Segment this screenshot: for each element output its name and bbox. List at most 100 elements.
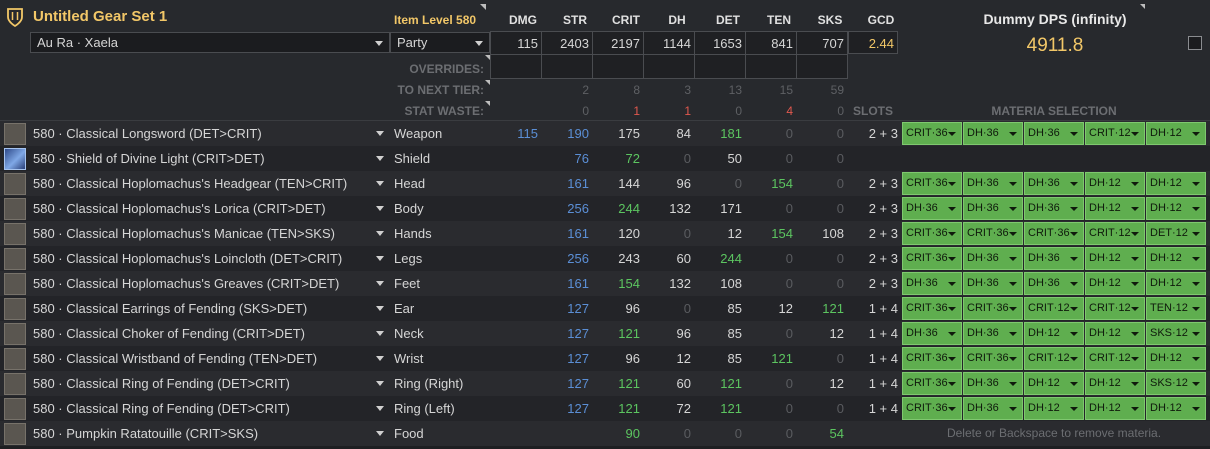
materia-select[interactable]: CRIT·36 (902, 222, 962, 245)
materia-select[interactable]: DH·36 (963, 197, 1023, 220)
chevron-down-icon[interactable] (376, 256, 384, 261)
dps-checkbox[interactable] (1188, 36, 1202, 50)
materia-select[interactable]: DH·36 (902, 272, 962, 295)
materia-select[interactable]: DH·12 (1024, 372, 1084, 395)
materia-select[interactable]: TEN·12 (1146, 297, 1206, 320)
materia-select[interactable]: CRIT·12 (1085, 122, 1145, 145)
item-name-select[interactable]: 580 · Classical Ring of Fending (DET>CRI… (33, 376, 290, 391)
chevron-down-icon[interactable] (376, 331, 384, 336)
materia-select[interactable]: DH·36 (963, 272, 1023, 295)
gear-row[interactable]: 580 · Classical Choker of Fending (CRIT>… (0, 321, 1210, 346)
materia-select[interactable]: CRIT·36 (902, 397, 962, 420)
materia-select[interactable]: DH·36 (1024, 247, 1084, 270)
materia-select[interactable]: DH·36 (902, 197, 962, 220)
materia-select[interactable]: DH·36 (963, 172, 1023, 195)
chevron-down-icon[interactable] (376, 156, 384, 161)
item-name-select[interactable]: 580 · Classical Hoplomachus's Manicae (T… (33, 226, 335, 241)
chevron-down-icon[interactable] (376, 381, 384, 386)
materia-select[interactable]: DH·36 (1024, 172, 1084, 195)
gear-row[interactable]: 580 · Classical Hoplomachus's Greaves (C… (0, 271, 1210, 296)
materia-select[interactable]: SKS·12 (1146, 322, 1206, 345)
item-name-select[interactable]: 580 · Classical Ring of Fending (DET>CRI… (33, 401, 290, 416)
materia-select[interactable]: CRIT·12 (1085, 297, 1145, 320)
gear-row[interactable]: 580 · Classical Hoplomachus's Lorica (CR… (0, 196, 1210, 221)
materia-select[interactable]: CRIT·36 (902, 372, 962, 395)
materia-select[interactable]: DH·12 (1146, 197, 1206, 220)
materia-select[interactable]: DH·12 (1146, 397, 1206, 420)
gear-row[interactable]: 580 · Classical Hoplomachus's Manicae (T… (0, 221, 1210, 246)
materia-select[interactable]: CRIT·36 (902, 297, 962, 320)
chevron-down-icon[interactable] (376, 181, 384, 186)
gear-row[interactable]: 580 · Shield of Divine Light (CRIT>DET) S… (0, 146, 1210, 171)
gear-row[interactable]: 580 · Classical Wristband of Fending (TE… (0, 346, 1210, 371)
materia-select[interactable]: DET·12 (1146, 222, 1206, 245)
materia-select[interactable]: CRIT·12 (1085, 347, 1145, 370)
shield-icon[interactable] (6, 7, 24, 27)
chevron-down-icon[interactable] (376, 131, 384, 136)
chevron-down-icon[interactable] (376, 231, 384, 236)
item-name-select[interactable]: 580 · Classical Choker of Fending (CRIT>… (33, 326, 305, 341)
materia-select[interactable]: CRIT·12 (1024, 297, 1084, 320)
materia-select[interactable]: DH·36 (963, 322, 1023, 345)
materia-select[interactable]: DH·12 (1085, 397, 1145, 420)
materia-select[interactable]: CRIT·36 (963, 347, 1023, 370)
item-name-select[interactable]: 580 · Classical Hoplomachus's Loincloth … (33, 251, 342, 266)
materia-select[interactable]: SKS·12 (1146, 372, 1206, 395)
materia-select[interactable]: DH·36 (1024, 197, 1084, 220)
materia-select[interactable]: DH·36 (1024, 272, 1084, 295)
chevron-down-icon[interactable] (376, 431, 384, 436)
chevron-down-icon[interactable] (376, 356, 384, 361)
materia-select[interactable]: DH·36 (963, 397, 1023, 420)
gear-row[interactable]: 580 · Classical Ring of Fending (DET>CRI… (0, 371, 1210, 396)
materia-select[interactable]: DH·36 (1024, 122, 1084, 145)
materia-select[interactable]: DH·12 (1146, 272, 1206, 295)
materia-select[interactable]: CRIT·36 (902, 347, 962, 370)
item-name-select[interactable]: 580 · Classical Hoplomachus's Headgear (… (33, 176, 347, 191)
materia-select[interactable]: DH·36 (963, 122, 1023, 145)
gear-row[interactable]: 580 · Pumpkin Ratatouille (CRIT>SKS) Food… (0, 421, 1210, 446)
materia-select[interactable]: DH·12 (1085, 197, 1145, 220)
gear-row[interactable]: 580 · Classical Hoplomachus's Headgear (… (0, 171, 1210, 196)
item-name-select[interactable]: 580 · Classical Hoplomachus's Greaves (C… (33, 276, 339, 291)
chevron-down-icon[interactable] (376, 206, 384, 211)
materia-select[interactable]: DH·12 (1146, 122, 1206, 145)
chevron-down-icon[interactable] (376, 281, 384, 286)
item-name-select[interactable]: 580 · Shield of Divine Light (CRIT>DET) (33, 151, 265, 166)
item-name-select[interactable]: 580 · Classical Earrings of Fending (SKS… (33, 301, 307, 316)
materia-select[interactable]: DH·12 (1146, 347, 1206, 370)
materia-select[interactable]: DH·12 (1085, 247, 1145, 270)
materia-select[interactable]: DH·12 (1146, 172, 1206, 195)
materia-select[interactable]: CRIT·36 (963, 297, 1023, 320)
gear-row[interactable]: 580 · Classical Earrings of Fending (SKS… (0, 296, 1210, 321)
item-name-select[interactable]: 580 · Classical Wristband of Fending (TE… (33, 351, 317, 366)
materia-select[interactable]: CRIT·36 (902, 122, 962, 145)
race-select[interactable]: Au Ra · Xaela (30, 32, 390, 53)
materia-select[interactable]: DH·36 (963, 247, 1023, 270)
materia-select[interactable]: DH·12 (1085, 272, 1145, 295)
materia-select[interactable]: CRIT·36 (902, 247, 962, 270)
gearset-title[interactable]: Untitled Gear Set 1 (33, 8, 167, 25)
materia-select[interactable]: DH·12 (1146, 247, 1206, 270)
item-name-select[interactable]: 580 · Classical Longsword (DET>CRIT) (33, 126, 262, 141)
chevron-down-icon[interactable] (376, 306, 384, 311)
materia-select[interactable]: DH·36 (902, 322, 962, 345)
materia-select[interactable]: DH·36 (963, 372, 1023, 395)
gear-row[interactable]: 580 · Classical Longsword (DET>CRIT) Weap… (0, 121, 1210, 146)
materia-select[interactable]: CRIT·36 (1024, 222, 1084, 245)
item-name-select[interactable]: 580 · Pumpkin Ratatouille (CRIT>SKS) (33, 426, 258, 441)
materia-select[interactable]: CRIT·12 (1085, 222, 1145, 245)
materia-select[interactable]: CRIT·36 (902, 172, 962, 195)
chevron-down-icon[interactable] (376, 406, 384, 411)
materia-select[interactable]: DH·12 (1085, 372, 1145, 395)
gear-row[interactable]: 580 · Classical Ring of Fending (DET>CRI… (0, 396, 1210, 421)
materia-select[interactable]: DH·12 (1085, 322, 1145, 345)
materia-select[interactable]: CRIT·36 (963, 222, 1023, 245)
materia-select[interactable]: DH·12 (1024, 322, 1084, 345)
materia-select[interactable]: DH·12 (1024, 397, 1084, 420)
item-name-select[interactable]: 580 · Classical Hoplomachus's Lorica (CR… (33, 201, 326, 216)
gear-row[interactable]: 580 · Classical Hoplomachus's Loincloth … (0, 246, 1210, 271)
materia-select[interactable]: DH·12 (1085, 172, 1145, 195)
materia-select[interactable]: CRIT·12 (1024, 347, 1084, 370)
party-select[interactable]: Party (390, 32, 490, 53)
dps-title[interactable]: Dummy DPS (infinity) (960, 11, 1150, 27)
